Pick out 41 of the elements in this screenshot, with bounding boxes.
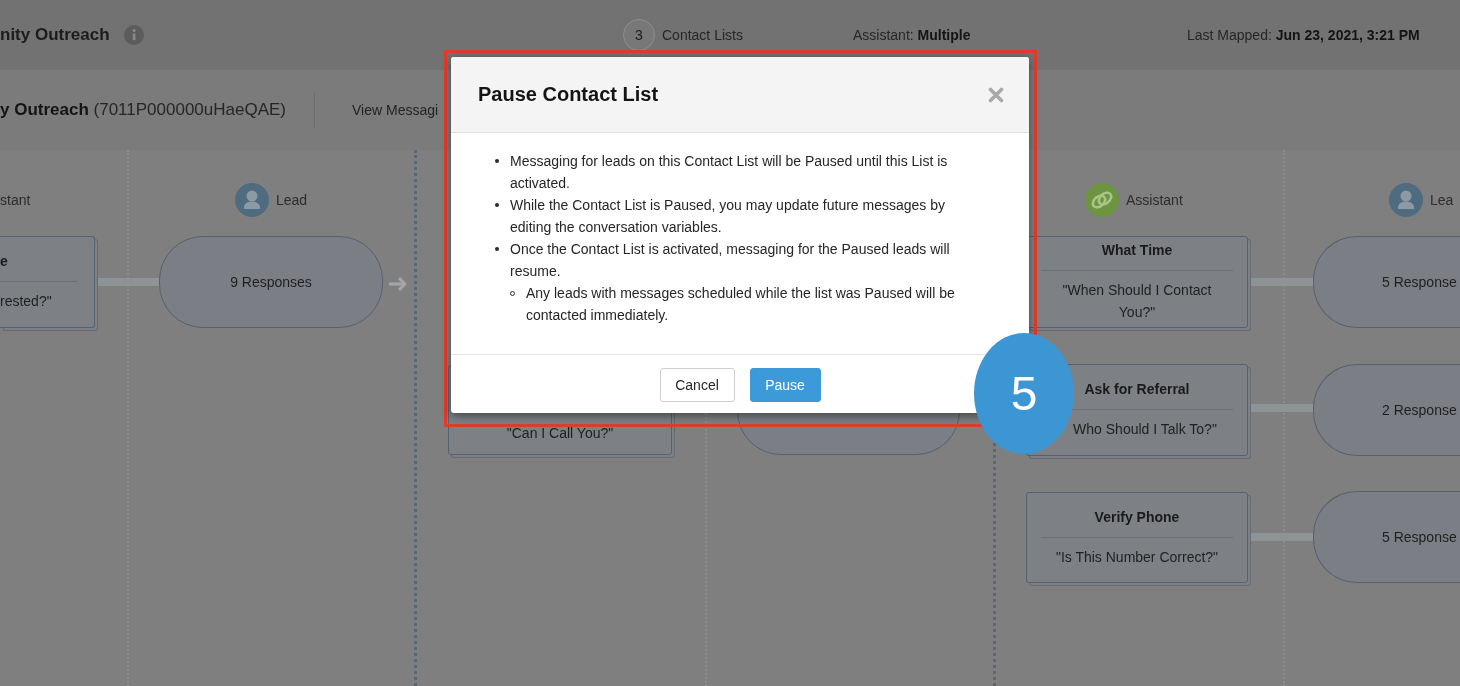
- count-badge: 3: [623, 19, 655, 51]
- person-icon: [235, 183, 269, 217]
- card-message: "Can I Call You?": [506, 424, 614, 443]
- close-button[interactable]: [988, 86, 1004, 103]
- bullet-icon: [495, 203, 499, 207]
- card-title: Ask for Referral: [1084, 380, 1190, 398]
- card-title: What Time: [1101, 241, 1173, 259]
- responses-count: 9 Responses: [230, 274, 312, 290]
- card-message: "Is This Number Correct?": [1055, 547, 1219, 567]
- card-title: Verify Phone: [1094, 507, 1180, 526]
- view-messaging-link[interactable]: View Messagi: [352, 102, 439, 118]
- cancel-button[interactable]: Cancel: [659, 368, 735, 402]
- responses-count: 2 Response: [1382, 402, 1457, 418]
- modal-title: Pause Contact List: [478, 83, 659, 106]
- responses-count: 5 Response: [1382, 274, 1457, 290]
- list-item-text: Any leads with messages scheduled while the list was Paused will be contacted immediately.: [526, 284, 956, 325]
- card-message: rested?": [0, 292, 52, 311]
- info-icon[interactable]: [123, 25, 144, 45]
- page-title: nity Outreach: [0, 25, 110, 45]
- bullet-icon: [495, 159, 499, 163]
- card-message: Who Should I Talk To?": [1073, 420, 1217, 439]
- responses-count: 5 Response: [1382, 529, 1457, 545]
- chain-link-icon: [1085, 183, 1119, 217]
- pause-button[interactable]: Pause: [749, 368, 821, 402]
- column-label: Lead: [276, 192, 308, 208]
- arrow-icon: [388, 276, 408, 292]
- list-item-text: Once the Contact List is activated, messaging for the Paused leads will resume.: [510, 240, 951, 281]
- bullet-icon: [495, 247, 499, 251]
- assistant-info: Assistant: Multiple: [853, 27, 971, 43]
- card-message: "When Should I Contact You?": [1061, 281, 1213, 322]
- list-item-text: While the Contact List is Paused, you may update future messages by editing the conversation variables.: [510, 196, 946, 237]
- column-label: Assistant: [1126, 192, 1183, 208]
- last-mapped-info: Last Mapped: Jun 23, 2021, 3:21 PM: [1187, 27, 1420, 43]
- campaign-name: y Outreach (7011P000000uHaeQAE): [0, 100, 287, 119]
- close-icon: [988, 86, 1004, 103]
- contact-lists-label: Contact Lists: [662, 27, 743, 43]
- list-item-text: Messaging for leads on this Contact List will be Paused until this List is activated.: [510, 152, 949, 193]
- person-icon: [1389, 183, 1423, 217]
- card-title: e: [0, 252, 8, 270]
- column-label: Lea: [1430, 192, 1454, 208]
- column-label: stant: [0, 192, 31, 208]
